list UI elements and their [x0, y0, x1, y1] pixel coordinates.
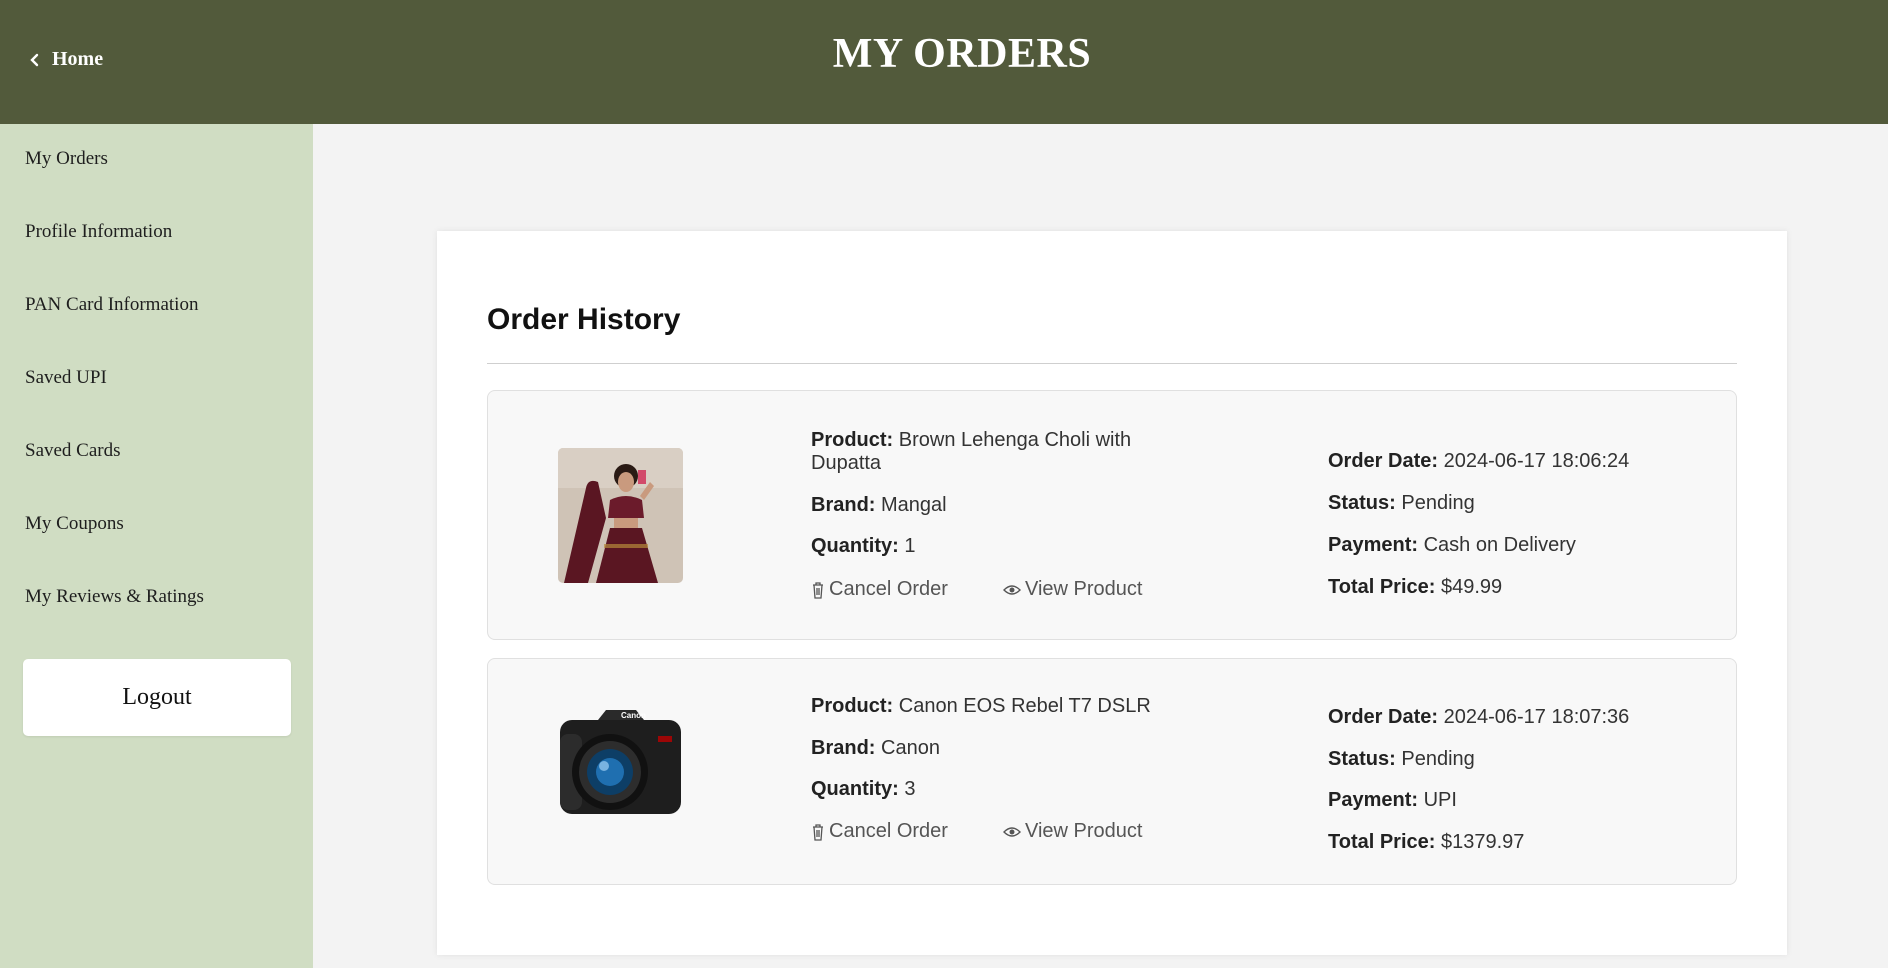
quantity-key: Quantity:	[811, 778, 899, 800]
camera-brand-text: Canon	[621, 711, 646, 720]
sidebar-item-my-orders[interactable]: My Orders	[25, 148, 108, 170]
quantity-field: Quantity: 1	[811, 535, 915, 558]
heading-divider	[487, 363, 1737, 364]
sidebar-item-saved-cards[interactable]: Saved Cards	[25, 440, 121, 462]
product-value-line1: Brown Lehenga Choli with	[898, 429, 1132, 451]
brand-field: Brand: Mangal	[811, 494, 947, 517]
logout-button[interactable]: Logout	[23, 659, 291, 736]
order-card: Canon Product: Canon EOS Rebel T7 DSLR B…	[487, 658, 1737, 885]
order-date-key: Order Date:	[1328, 450, 1439, 472]
quantity-field: Quantity: 3	[811, 778, 915, 801]
sidebar-item-profile-information[interactable]: Profile Information	[25, 221, 172, 243]
cancel-order-label: Cancel Order	[829, 820, 948, 842]
status-key: Status:	[1328, 748, 1396, 770]
status-key: Status:	[1328, 492, 1396, 514]
payment-value: Cash on Delivery	[1423, 534, 1576, 556]
total-price-key: Total Price:	[1328, 576, 1436, 598]
status-field: Status: Pending	[1328, 492, 1475, 515]
status-value: Pending	[1401, 492, 1475, 514]
cancel-order-label: Cancel Order	[829, 578, 948, 600]
lehenga-photo-icon	[558, 448, 683, 583]
payment-key: Payment:	[1328, 789, 1419, 811]
top-header: Home MY ORDERS	[0, 0, 1888, 124]
payment-field: Payment: UPI	[1328, 789, 1457, 812]
status-field: Status: Pending	[1328, 748, 1475, 771]
view-product-label: View Product	[1025, 820, 1143, 842]
order-history-heading: Order History	[487, 303, 681, 336]
order-card: Product: Brown Lehenga Choli with Dupatt…	[487, 390, 1737, 640]
product-image[interactable]	[558, 448, 683, 583]
sidebar: My Orders Profile Information PAN Card I…	[0, 124, 313, 968]
product-image[interactable]: Canon	[558, 704, 683, 839]
eye-icon	[1003, 584, 1021, 595]
quantity-value: 1	[904, 535, 916, 557]
sidebar-item-my-coupons[interactable]: My Coupons	[25, 513, 124, 535]
product-key: Product:	[811, 695, 894, 717]
page-title: MY ORDERS	[832, 31, 1092, 77]
status-value: Pending	[1401, 748, 1475, 770]
total-price-field: Total Price: $49.99	[1328, 576, 1502, 599]
order-date-value: 2024-06-17 18:07:36	[1443, 706, 1630, 728]
brand-value: Mangal	[881, 494, 947, 516]
order-history-panel: Order History Product: Brown Lehenga Cho…	[437, 231, 1787, 955]
cancel-order-button[interactable]: Cancel Order	[811, 578, 948, 601]
trash-icon	[813, 581, 823, 599]
product-key: Product:	[811, 429, 894, 451]
brand-key: Brand:	[811, 494, 876, 516]
total-price-value: $49.99	[1441, 576, 1503, 598]
order-date-value: 2024-06-17 18:06:24	[1443, 450, 1630, 472]
camera-photo-icon: Canon	[558, 704, 683, 839]
eye-icon	[1003, 826, 1021, 837]
product-value: Canon EOS Rebel T7 DSLR	[898, 695, 1151, 717]
payment-key: Payment:	[1328, 534, 1419, 556]
total-price-key: Total Price:	[1328, 831, 1436, 853]
payment-value: UPI	[1423, 789, 1457, 811]
payment-field: Payment: Cash on Delivery	[1328, 534, 1576, 557]
cancel-order-button[interactable]: Cancel Order	[811, 820, 948, 843]
sidebar-item-saved-upi[interactable]: Saved UPI	[25, 367, 107, 389]
trash-icon	[813, 823, 823, 841]
view-product-button[interactable]: View Product	[1003, 820, 1142, 843]
total-price-value: $1379.97	[1441, 831, 1525, 853]
quantity-value: 3	[904, 778, 916, 800]
product-field: Product: Brown Lehenga Choli with Dupatt…	[811, 429, 1181, 475]
product-value-line2: Dupatta	[811, 452, 882, 474]
quantity-key: Quantity:	[811, 535, 899, 557]
view-product-label: View Product	[1025, 578, 1143, 600]
view-product-button[interactable]: View Product	[1003, 578, 1142, 601]
total-price-field: Total Price: $1379.97	[1328, 831, 1524, 854]
order-date-field: Order Date: 2024-06-17 18:07:36	[1328, 706, 1629, 729]
sidebar-item-my-reviews-ratings[interactable]: My Reviews & Ratings	[25, 586, 204, 608]
sidebar-item-pan-card-information[interactable]: PAN Card Information	[25, 294, 198, 316]
order-date-field: Order Date: 2024-06-17 18:06:24	[1328, 450, 1629, 473]
product-field: Product: Canon EOS Rebel T7 DSLR	[811, 695, 1151, 718]
brand-key: Brand:	[811, 737, 876, 759]
brand-field: Brand: Canon	[811, 737, 940, 760]
order-date-key: Order Date:	[1328, 706, 1439, 728]
brand-value: Canon	[881, 737, 940, 759]
